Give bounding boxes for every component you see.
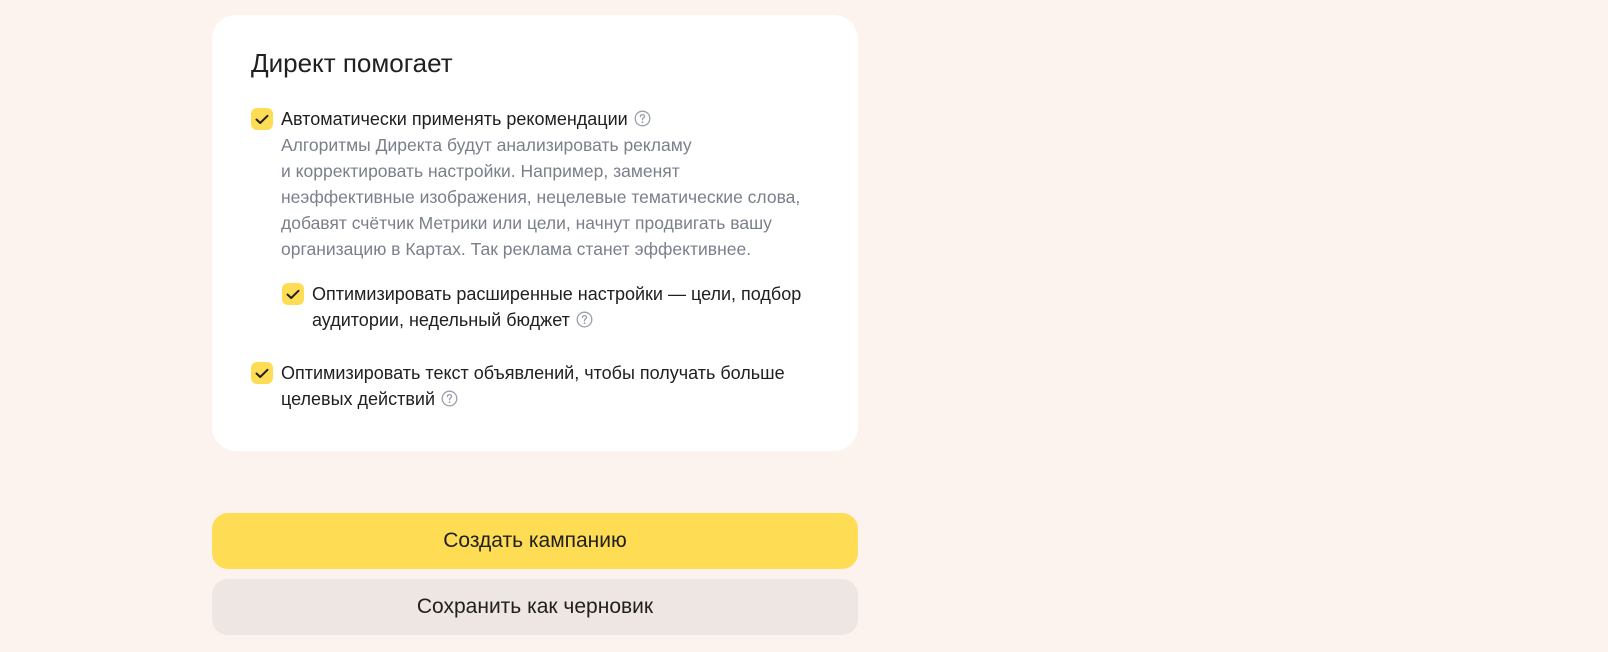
optimize-text-checkbox[interactable]: [251, 362, 273, 384]
description-line: организацию в Картах. Так реклама станет…: [281, 239, 752, 259]
description-line: неэффективные изображения, нецелевые тем…: [281, 187, 801, 207]
option-optimize-ad-text: Оптимизировать текст объявлений, чтобы п…: [251, 360, 811, 412]
description-line: Алгоритмы Директа будут анализировать ре…: [281, 135, 692, 155]
create-campaign-button[interactable]: Создать кампанию: [212, 513, 858, 569]
option-label: Оптимизировать текст объявлений, чтобы п…: [281, 360, 785, 412]
option-body: Автоматически применять рекомендации Алг…: [281, 106, 800, 262]
option-auto-apply-recommendations: Автоматически применять рекомендации Алг…: [251, 106, 811, 262]
check-icon: [255, 114, 269, 125]
option-optimize-advanced-settings: Оптимизировать расширенные настройки — ц…: [282, 281, 822, 333]
description-line: добавят счётчик Метрики или цели, начнут…: [281, 213, 772, 233]
option-body: Оптимизировать текст объявлений, чтобы п…: [281, 360, 785, 412]
label-line: целевых действий: [281, 389, 436, 409]
option-label: Автоматически применять рекомендации: [281, 106, 800, 132]
card-title: Директ помогает: [251, 48, 453, 78]
question-circle-icon[interactable]: [441, 390, 458, 407]
check-icon: [286, 289, 300, 300]
direct-helps-card: Директ помогает Автоматически применять …: [212, 15, 858, 451]
check-icon: [255, 368, 269, 379]
question-circle-icon[interactable]: [576, 311, 593, 328]
option-description: Алгоритмы Директа будут анализировать ре…: [281, 132, 800, 262]
auto-apply-label: Автоматически применять рекомендации: [281, 109, 628, 129]
question-circle-icon[interactable]: [634, 110, 651, 127]
auto-apply-checkbox[interactable]: [251, 108, 273, 130]
option-label: Оптимизировать расширенные настройки — ц…: [312, 281, 801, 333]
description-line: и корректировать настройки. Например, за…: [281, 161, 680, 181]
label-line: Оптимизировать текст объявлений, чтобы п…: [281, 363, 785, 383]
save-draft-button[interactable]: Сохранить как черновик: [212, 579, 858, 635]
optimize-advanced-checkbox[interactable]: [282, 283, 304, 305]
option-body: Оптимизировать расширенные настройки — ц…: [312, 281, 801, 333]
label-line: аудитории, недельный бюджет: [312, 310, 570, 330]
label-line: Оптимизировать расширенные настройки — ц…: [312, 284, 802, 304]
